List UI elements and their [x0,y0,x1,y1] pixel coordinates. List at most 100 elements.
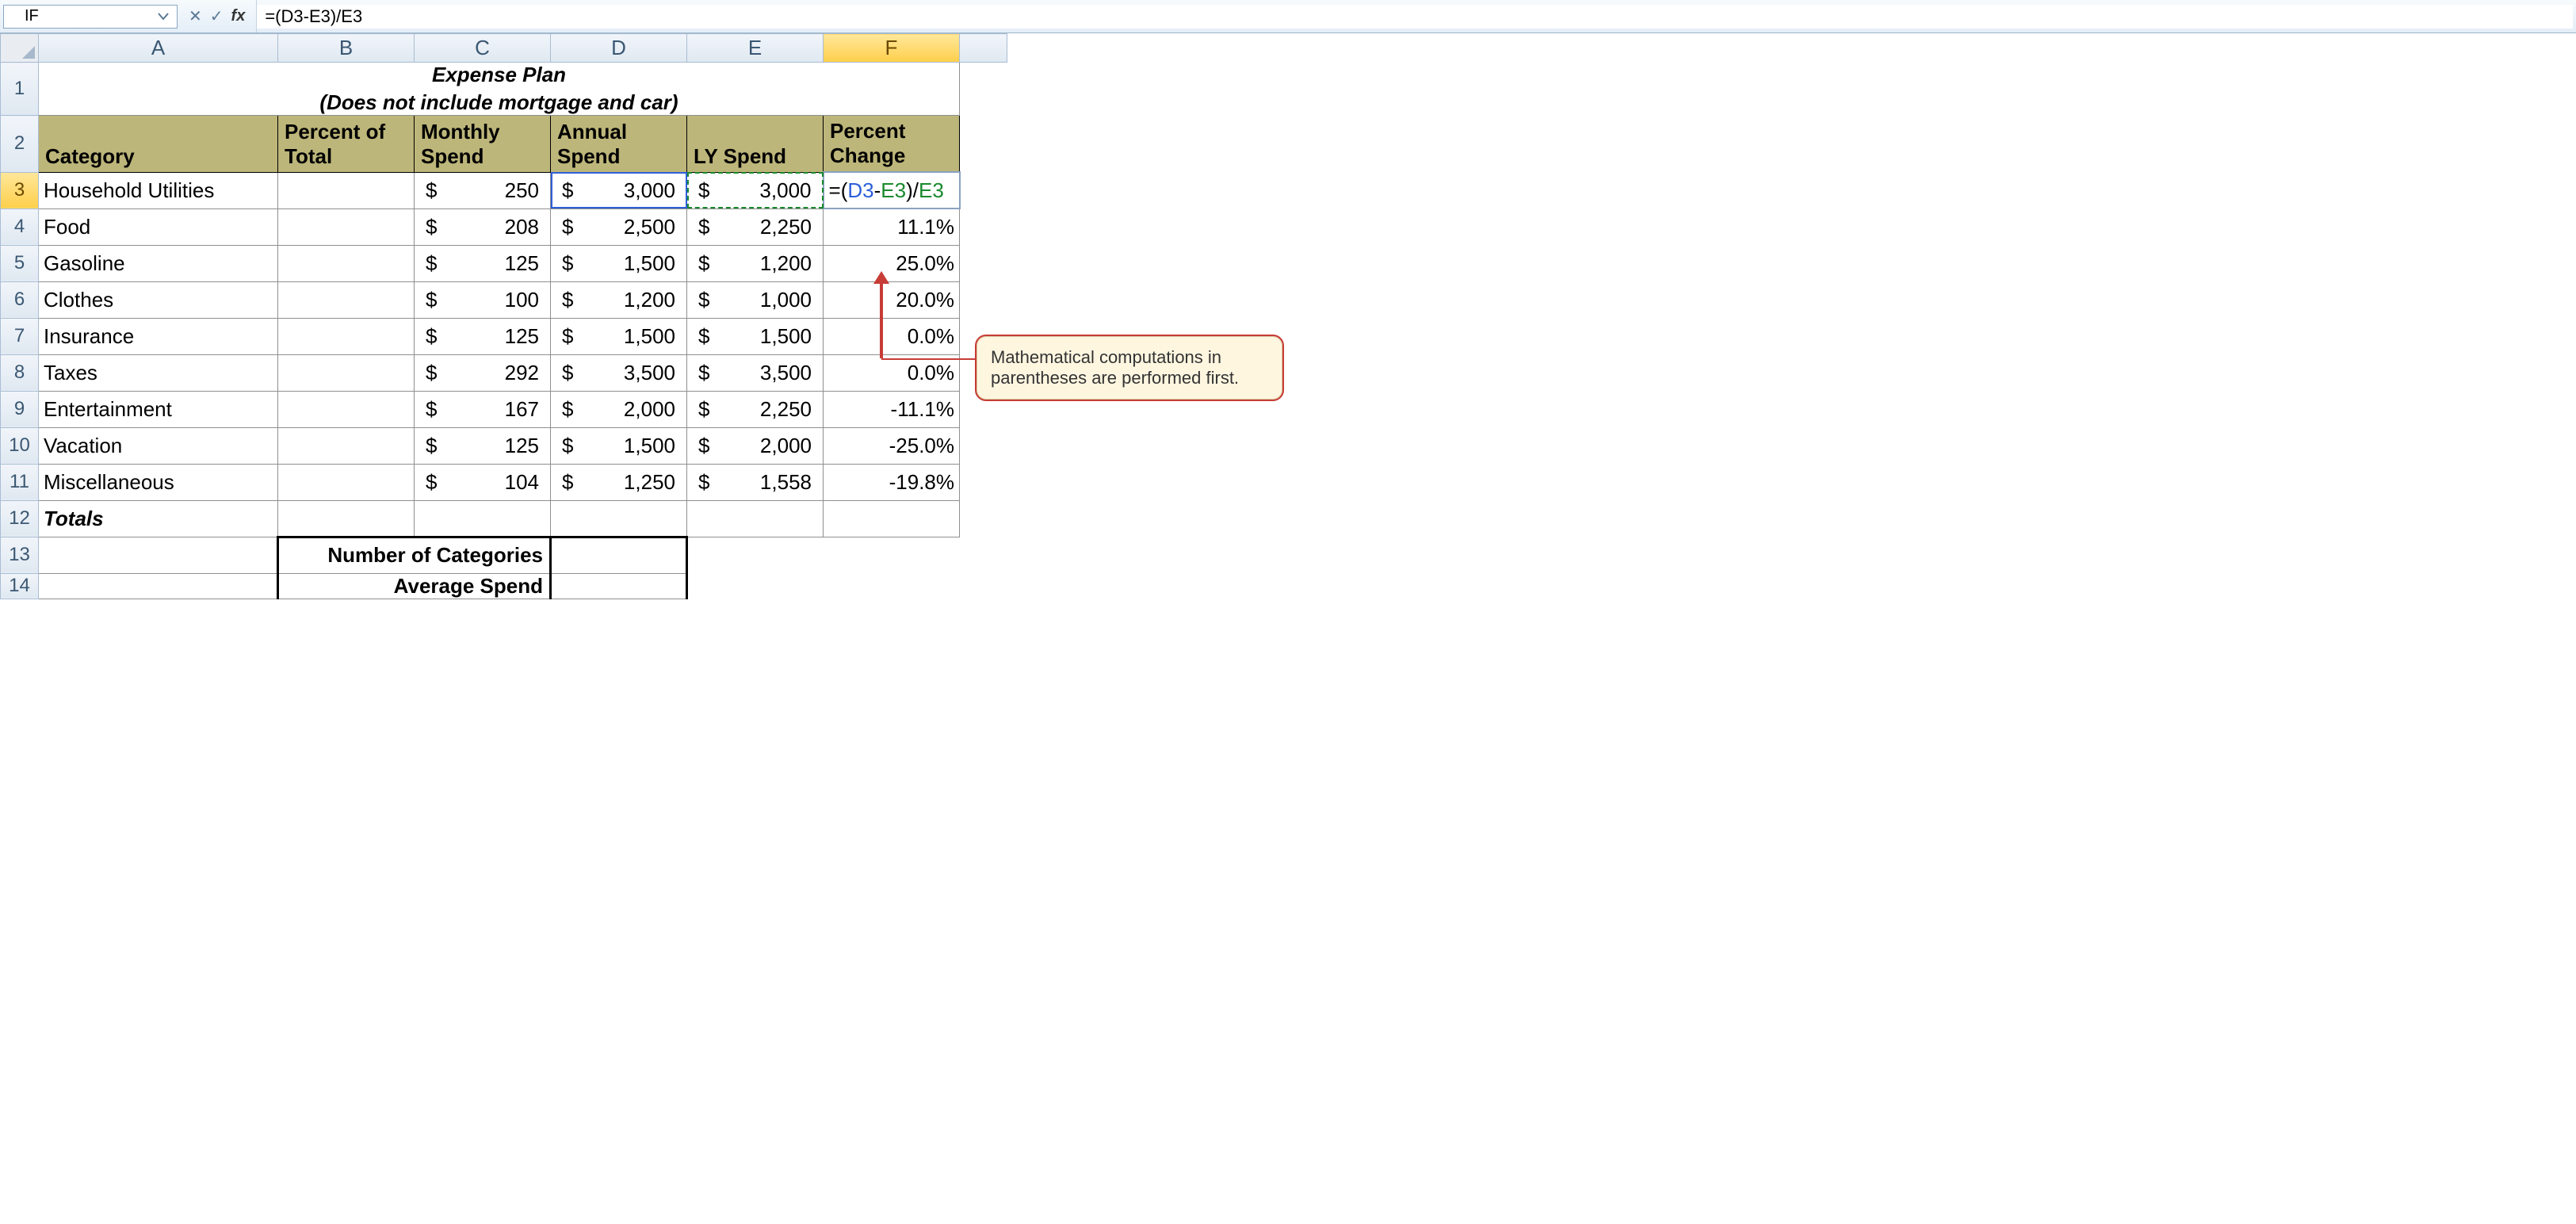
cell-C7[interactable]: $125 [415,318,551,354]
cell-G4[interactable] [960,208,1007,245]
cell-F9[interactable]: -11.1% [824,391,960,427]
cell-A14[interactable] [39,573,278,599]
header-monthly-spend[interactable]: Monthly Spend [415,116,551,173]
cell-D4[interactable]: $2,500 [551,208,687,245]
column-header-F[interactable]: F [824,34,960,63]
column-header-D[interactable]: D [551,34,687,63]
cell-E5[interactable]: $1,200 [687,245,824,281]
cell-E3[interactable]: $3,000 [687,172,824,208]
title-cell[interactable]: Expense Plan (Does not include mortgage … [39,63,960,116]
cell-A11[interactable]: Miscellaneous [39,464,278,500]
cell-E11[interactable]: $1,558 [687,464,824,500]
worksheet-grid[interactable]: A B C D E F 1 Expense Plan (Does not inc… [0,33,1007,599]
cell-A6[interactable]: Clothes [39,281,278,318]
select-all-corner[interactable] [1,34,39,63]
cell-A7[interactable]: Insurance [39,318,278,354]
row-header-6[interactable]: 6 [1,281,39,318]
column-header-A[interactable]: A [39,34,278,63]
header-category[interactable]: Category [39,116,278,173]
header-percent-total[interactable]: Percent of Total [278,116,415,173]
row-header-13[interactable]: 13 [1,537,39,573]
insert-function-icon[interactable]: fx [231,7,246,25]
cell-C5[interactable]: $125 [415,245,551,281]
cell-B12[interactable] [278,500,415,537]
cell-B10[interactable] [278,427,415,464]
cell-B4[interactable] [278,208,415,245]
cell-A3[interactable]: Household Utilities [39,172,278,208]
cell-G14[interactable] [960,573,1007,599]
cell-D10[interactable]: $1,500 [551,427,687,464]
cell-E10[interactable]: $2,000 [687,427,824,464]
cell-F12[interactable] [824,500,960,537]
cell-E4[interactable]: $2,250 [687,208,824,245]
cell-C4[interactable]: $208 [415,208,551,245]
cell-F3-editing[interactable]: =(D3-E3)/E3 [824,172,960,208]
cell-E6[interactable]: $1,000 [687,281,824,318]
cell-D5[interactable]: $1,500 [551,245,687,281]
cell-E14[interactable] [687,573,824,599]
row-header-1[interactable]: 1 [1,63,39,116]
row-header-8[interactable]: 8 [1,354,39,391]
cell-A4[interactable]: Food [39,208,278,245]
cell-E13[interactable] [687,537,824,573]
row-header-7[interactable]: 7 [1,318,39,354]
cell-F6[interactable]: 20.0% [824,281,960,318]
cell-C12[interactable] [415,500,551,537]
cell-G1[interactable] [960,63,1007,116]
cell-D12[interactable] [551,500,687,537]
cell-A10[interactable]: Vacation [39,427,278,464]
cell-B6[interactable] [278,281,415,318]
cell-F13[interactable] [824,537,960,573]
cell-A9[interactable]: Entertainment [39,391,278,427]
row-header-12[interactable]: 12 [1,500,39,537]
cell-A5[interactable]: Gasoline [39,245,278,281]
label-average-spend[interactable]: Average Spend [278,573,551,599]
row-header-9[interactable]: 9 [1,391,39,427]
cell-G13[interactable] [960,537,1007,573]
cell-B7[interactable] [278,318,415,354]
cell-B5[interactable] [278,245,415,281]
cell-D8[interactable]: $3,500 [551,354,687,391]
cell-G10[interactable] [960,427,1007,464]
row-header-11[interactable]: 11 [1,464,39,500]
cell-B8[interactable] [278,354,415,391]
cell-C8[interactable]: $292 [415,354,551,391]
formula-input[interactable]: =(D3-E3)/E3 [257,5,2573,29]
cell-F14[interactable] [824,573,960,599]
cell-D9[interactable]: $2,000 [551,391,687,427]
cell-G2[interactable] [960,116,1007,173]
cell-E8[interactable]: $3,500 [687,354,824,391]
cancel-icon[interactable]: ✕ [189,6,202,26]
cell-D13[interactable] [551,537,687,573]
column-header-B[interactable]: B [278,34,415,63]
cell-C3[interactable]: $250 [415,172,551,208]
cell-E7[interactable]: $1,500 [687,318,824,354]
name-box[interactable]: IF [3,5,178,29]
cell-F4[interactable]: 11.1% [824,208,960,245]
cell-C11[interactable]: $104 [415,464,551,500]
label-number-categories[interactable]: Number of Categories [278,537,551,573]
column-header-E[interactable]: E [687,34,824,63]
cell-D11[interactable]: $1,250 [551,464,687,500]
row-header-5[interactable]: 5 [1,245,39,281]
cell-D7[interactable]: $1,500 [551,318,687,354]
cell-C10[interactable]: $125 [415,427,551,464]
cell-D14[interactable] [551,573,687,599]
name-box-dropdown-icon[interactable] [155,8,172,25]
cell-C6[interactable]: $100 [415,281,551,318]
column-header-C[interactable]: C [415,34,551,63]
row-header-3[interactable]: 3 [1,172,39,208]
cell-B3[interactable] [278,172,415,208]
cell-E12[interactable] [687,500,824,537]
cell-B11[interactable] [278,464,415,500]
cell-F10[interactable]: -25.0% [824,427,960,464]
row-header-14[interactable]: 14 [1,573,39,599]
cell-F5[interactable]: 25.0% [824,245,960,281]
cell-C9[interactable]: $167 [415,391,551,427]
cell-A13[interactable] [39,537,278,573]
column-header-extra[interactable] [960,34,1007,63]
row-header-10[interactable]: 10 [1,427,39,464]
enter-icon[interactable]: ✓ [210,6,224,26]
cell-G12[interactable] [960,500,1007,537]
cell-G5[interactable] [960,245,1007,281]
